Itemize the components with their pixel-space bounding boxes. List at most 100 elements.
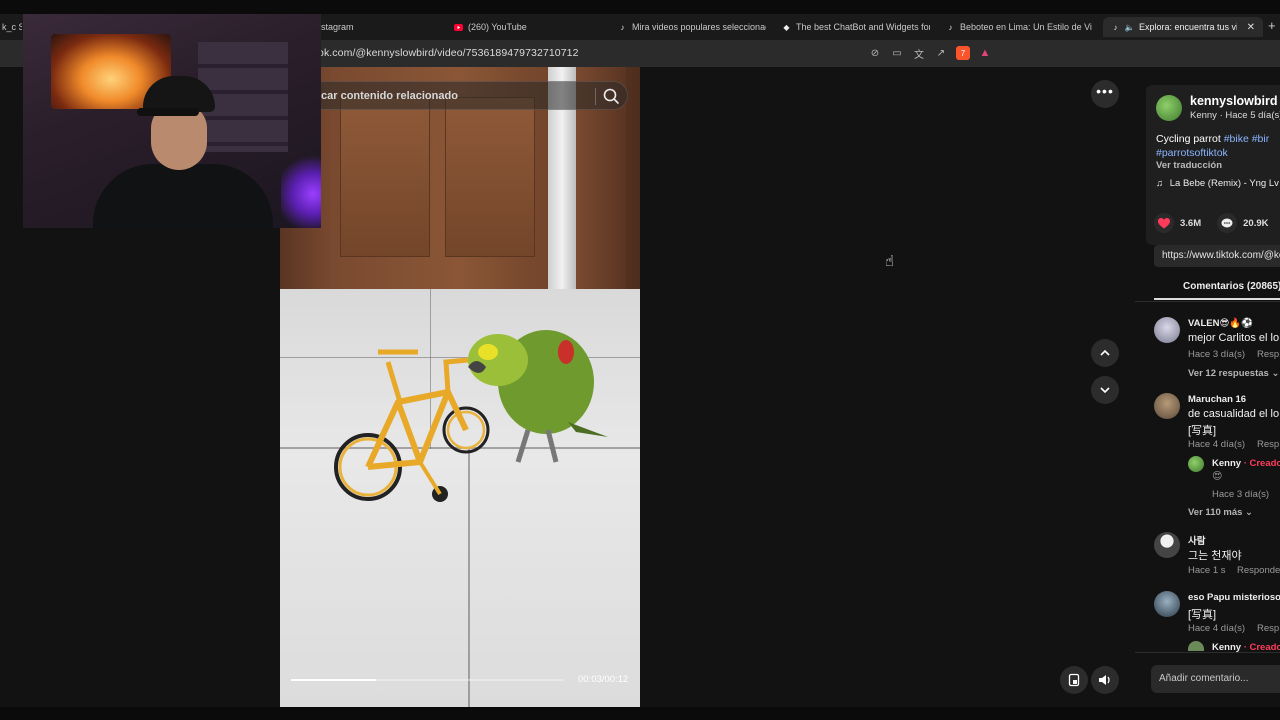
tiktok-icon: ♪ (1113, 22, 1118, 32)
post-caption: Cycling parrot #bike #bir #parrotsoftikt… (1156, 132, 1269, 160)
comment-author[interactable]: eso Papu misterioso (1188, 592, 1280, 603)
video-time: 00:03/00:12 (578, 674, 629, 685)
search-icon[interactable] (602, 87, 620, 105)
music-link[interactable]: ♫ La Bebe (Remix) - Yng Lv (1156, 178, 1279, 189)
brave-shield-icon[interactable]: 7 (956, 46, 970, 60)
youtube-icon (454, 23, 463, 32)
speaker-icon: 🔈 (1124, 22, 1135, 32)
comment-avatar[interactable] (1154, 393, 1180, 419)
reply-avatar[interactable] (1188, 456, 1204, 472)
creator-meta: Kenny · Hace 5 día(s) (1190, 110, 1280, 121)
reader-mode-icon[interactable]: ▭ (890, 46, 904, 60)
volume-icon (1099, 675, 1110, 685)
url-text[interactable]: ok.com/@kennyslowbird/video/753618947973… (318, 47, 579, 59)
parrot-image (468, 330, 608, 463)
reply-author-name: Kenny (1212, 458, 1242, 469)
creator-badge: · Creado (1243, 642, 1280, 652)
webcam-overlay (23, 14, 321, 228)
tab-comments[interactable]: Comentarios (20865) (1183, 281, 1280, 292)
related-search-input[interactable]: car contenido relacionado (300, 81, 628, 110)
add-comment-input[interactable]: Añadir comentario... (1151, 665, 1280, 693)
music-note-icon: ♫ (1156, 178, 1164, 189)
comment-author[interactable]: Maruchan 16 (1188, 394, 1246, 405)
top-strip (0, 0, 1280, 14)
active-tab-indicator (1154, 298, 1280, 300)
purple-light (281, 154, 321, 228)
tab-label: Beboteo en Lima: Un Estilo de Vida | (960, 22, 1092, 32)
reply-link[interactable]: Resp (1257, 439, 1279, 450)
share-icon[interactable]: ↗ (934, 46, 948, 60)
music-title: La Bebe (Remix) - Yng Lv (1169, 178, 1279, 189)
comment-author[interactable]: VALEN😎🔥⚽ (1188, 318, 1253, 329)
video-player[interactable] (280, 67, 640, 707)
previous-video-button[interactable] (1091, 339, 1119, 367)
tab-label: The best ChatBot and Widgets for Ki (796, 22, 930, 32)
divider (1135, 652, 1280, 653)
caption-text: Cycling parrot (1156, 133, 1224, 145)
comment-text: 그는 천재야 (1188, 550, 1242, 562)
comment-avatar[interactable] (1154, 591, 1180, 617)
tab-explora[interactable]: ♪ 🔈 Explora: encuentra tus videos ✕ (1103, 17, 1263, 37)
view-more-replies-link[interactable]: Ver 110 más ⌄ (1188, 507, 1253, 518)
video-progress-bar[interactable] (291, 679, 564, 681)
search-divider (595, 88, 596, 105)
tab-label: k_c Str (2, 22, 22, 32)
comment-author[interactable]: 사람 (1188, 533, 1205, 547)
reply-link[interactable]: Resp (1257, 623, 1279, 634)
tab-youtube[interactable]: (260) YouTube (454, 17, 594, 37)
reply-avatar[interactable] (1188, 641, 1204, 651)
post-actions: 3.6M 20.9K (1154, 213, 1280, 233)
no-tracking-icon[interactable]: ⊘ (868, 46, 882, 60)
tab-label: Explora: encuentra tus videos (1139, 22, 1237, 32)
volume-button[interactable] (1091, 666, 1119, 694)
translate-icon[interactable]: 文 (912, 46, 926, 61)
comment-photo-label[interactable]: [写真] (1188, 606, 1216, 622)
tab-1[interactable]: k_c Str (2, 17, 22, 37)
comment-time: Hace 1 s (1188, 565, 1226, 576)
hashtag-link[interactable]: #parrotsoftiktok (1156, 147, 1228, 159)
tab-label: Mira videos populares seleccionados (632, 22, 766, 32)
creator-badge: · Creado (1243, 458, 1280, 469)
like-button[interactable] (1154, 213, 1174, 233)
reply-author[interactable]: Kenny · Creado (1212, 642, 1280, 652)
close-tab-icon[interactable]: ✕ (1247, 22, 1255, 33)
comment-time: Hace 4 día(s) (1188, 623, 1246, 634)
tab-label: (260) YouTube (468, 22, 527, 32)
comment-avatar[interactable] (1154, 317, 1180, 343)
creator-username[interactable]: kennyslowbird (1190, 94, 1278, 108)
more-options-button[interactable]: ••• (1091, 80, 1119, 108)
hashtag-link[interactable]: #bike #bir (1224, 133, 1270, 145)
tab-beboteo[interactable]: ♪ Beboteo en Lima: Un Estilo de Vida | (946, 17, 1093, 37)
reply-link[interactable]: Resp (1257, 349, 1279, 360)
comment-button[interactable] (1217, 213, 1238, 233)
new-tab-button[interactable]: + (1268, 18, 1276, 33)
reply-author[interactable]: Kenny · Creado (1212, 458, 1280, 469)
search-placeholder: car contenido relacionado (321, 90, 458, 102)
like-count: 3.6M (1180, 217, 1202, 229)
comment-avatar[interactable] (1154, 532, 1180, 558)
comment-photo-label[interactable]: [写真] (1188, 422, 1216, 438)
see-translation-link[interactable]: Ver traducción (1156, 160, 1222, 171)
comment-time: Hace 3 día(s) (1188, 349, 1246, 360)
tab-tiktok-popular[interactable]: ♪ Mira videos populares seleccionados (618, 17, 767, 37)
view-replies-link[interactable]: Ver 12 respuestas ⌄ (1188, 368, 1279, 379)
next-video-button[interactable] (1091, 376, 1119, 404)
tab-instagram[interactable]: nstagram (316, 17, 436, 37)
rewards-icon[interactable]: ▲ (978, 46, 992, 60)
chatbot-icon: ◆ (783, 22, 790, 32)
reply-time: Hace 3 día(s) (1212, 489, 1270, 500)
reply-author-name: Kenny (1212, 642, 1242, 652)
comment-icon (1221, 218, 1233, 227)
comment-text: de casualidad el lo (1188, 408, 1280, 420)
copy-link-field[interactable]: https://www.tiktok.com/@ke (1154, 245, 1280, 267)
video-progress-fill (291, 679, 376, 681)
reply-text: 😍 (1212, 471, 1223, 482)
creator-avatar[interactable] (1156, 95, 1182, 121)
tab-chatbot[interactable]: ◆ The best ChatBot and Widgets for Ki (782, 17, 930, 37)
door-panel (445, 97, 535, 257)
picture-in-picture-button[interactable] (1060, 666, 1088, 694)
heart-icon (1158, 217, 1170, 228)
address-bar-actions: ⊘ ▭ 文 ↗ 7 ▲ (868, 46, 992, 61)
reply-link[interactable]: Responde (1237, 565, 1280, 576)
chevron-down-icon (1100, 387, 1110, 394)
